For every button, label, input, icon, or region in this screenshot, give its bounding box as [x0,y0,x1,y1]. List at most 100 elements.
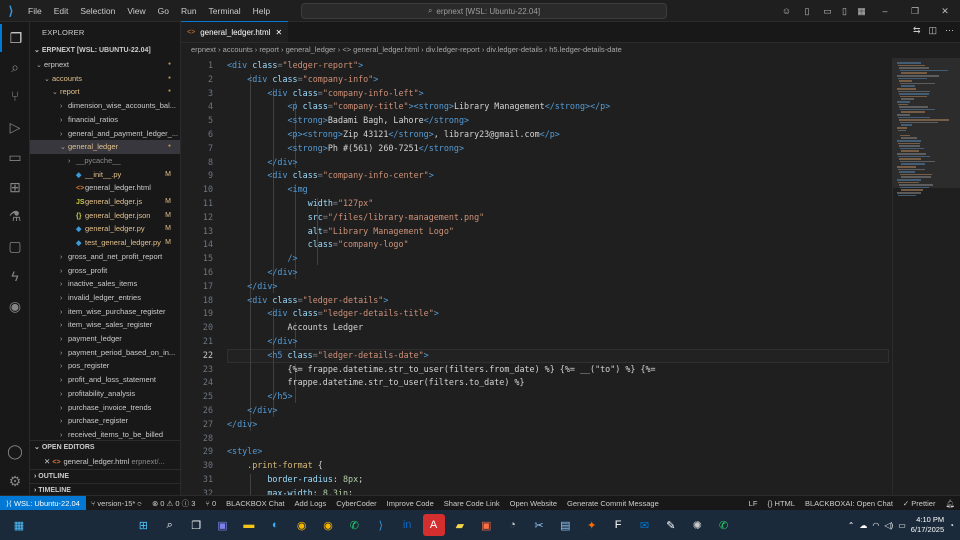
notification-bell-icon[interactable]: 🔔︎ [940,499,960,508]
code-line[interactable]: src="/files/library-management.png" [227,212,485,222]
lightning-icon[interactable]: ϟ [0,262,30,290]
code-line[interactable]: </div> [227,267,297,277]
folder-item[interactable]: › pos_register [30,359,180,373]
file-item[interactable]: ◆ general_ledger.py M [30,222,180,236]
task-view-icon[interactable]: ❐ [185,514,207,536]
file-item[interactable]: JSgeneral_ledger.js M [30,195,180,209]
folder-item[interactable]: › purchase_register [30,414,180,428]
folder-item[interactable]: › purchase_invoice_trends [30,401,180,415]
notion-icon[interactable]: ✎ [660,514,682,536]
restore-button[interactable]: ❐ [900,6,930,17]
folder-item[interactable]: › gross_profit [30,264,180,278]
app-icon[interactable]: ▣ [475,514,497,536]
status-item[interactable]: Add Logs [290,499,332,508]
status-item[interactable]: Open Website [505,499,562,508]
open-editors-section[interactable]: ⌄ OPEN EDITORS [30,440,180,454]
folder-item[interactable]: › __pycache__ [30,154,180,168]
code-line[interactable]: <p class="company-title"><strong>Library… [227,101,611,111]
ports-indicator[interactable]: ⑂ 0 [200,499,221,508]
vscode-taskbar-icon[interactable]: ⟩ [370,514,392,536]
breadcrumb[interactable]: erpnext › accounts › report › general_le… [181,43,960,57]
onedrive-icon[interactable]: ☁ [859,521,867,530]
branch-indicator[interactable]: ⑂ version-15* ⟳ [86,499,147,508]
code-line[interactable]: </div> [227,281,277,291]
code-line[interactable]: </div> [227,336,297,346]
remote-indicator[interactable]: ⟩⟨ WSL: Ubuntu-22.04 [0,495,86,511]
status-item[interactable]: {} HTML [762,499,800,508]
status-item[interactable]: LF [744,499,763,508]
code-line[interactable]: .print-format { [227,460,323,470]
code-line[interactable]: frappe.datetime.str_to_user(filters.to_d… [227,377,525,387]
problems-indicator[interactable]: ⊗ 0 ⚠ 0 ⓘ 3 [147,498,200,509]
code-line[interactable]: border-radius: 8px; [227,474,363,484]
code-line[interactable]: <h5 class="ledger-details-date"> [227,350,428,360]
menu-item-go[interactable]: Go [152,0,175,22]
status-item[interactable]: Generate Commit Message [562,499,664,508]
postman-icon[interactable]: ✦ [581,514,603,536]
folder-item[interactable]: ⌄ general_ledger ● [30,140,180,154]
menu-item-run[interactable]: Run [175,0,203,22]
folder-item[interactable]: › inactive_sales_items [30,277,180,291]
code-line[interactable]: max-width: 8.3in; [227,488,353,495]
code-line[interactable]: </div> [227,405,277,415]
chatgpt-icon[interactable]: ✺ [686,514,708,536]
open-editor-item[interactable]: ✕ <> general_ledger.html erpnext/... [30,455,180,469]
status-item[interactable]: Share Code Link [439,499,505,508]
code-line[interactable]: Accounts Ledger [227,322,364,332]
code-line[interactable]: </div> [227,419,257,429]
folder-item[interactable]: › financial_ratios [30,113,180,127]
folder-item[interactable]: ⌄ report ● [30,85,180,99]
code-line[interactable]: </h5> [227,391,292,401]
toggle-panel-icon[interactable]: ▭ [819,6,836,17]
chevron-up-icon[interactable]: ⌃ [848,521,855,530]
file-item[interactable]: ◆ __init__.py M [30,168,180,182]
testing-icon[interactable]: ⚗ [0,202,30,230]
snipping-tool-icon[interactable]: ✂ [528,514,550,536]
chrome-icon[interactable]: ◉ [291,514,313,536]
menu-item-file[interactable]: File [22,0,48,22]
minimap[interactable] [892,58,960,495]
customize-layout-icon[interactable]: ▦ [853,6,870,17]
copilot-icon[interactable]: ☺ [778,6,795,16]
compare-changes-icon[interactable]: ⇆ [913,25,921,36]
file-explorer-icon[interactable]: ▬ [238,514,260,536]
folder-item[interactable]: › payment_period_based_on_in... [30,346,180,360]
folder-item[interactable]: › payment_ledger [30,332,180,346]
close-icon[interactable]: ✕ [44,457,52,466]
status-item[interactable]: ✓ Prettier [898,499,941,508]
code-line[interactable]: </div> [227,157,297,167]
folder-item[interactable]: ⌄ erpnext ● [30,58,180,72]
close-tab-icon[interactable]: ✕ [275,28,282,37]
file-item[interactable]: ◆ test_general_ledger.py M [30,236,180,250]
code-line[interactable]: <div class="ledger-details"> [227,295,388,305]
status-item[interactable]: Improve Code [382,499,439,508]
sticky-notes-icon[interactable]: ▰ [449,514,471,536]
folder-item[interactable]: › dimension_wise_accounts_bal... [30,99,180,113]
folder-item[interactable]: › profitability_analysis [30,387,180,401]
code-line[interactable]: <div class="company-info-center"> [227,170,433,180]
close-window-button[interactable]: ✕ [930,6,960,17]
folder-item[interactable]: › profit_and_loss_statement [30,373,180,387]
folder-item[interactable]: › gross_and_net_profit_report [30,250,180,264]
taskbar-search-icon[interactable]: ⌕ [159,514,181,536]
menu-item-terminal[interactable]: Terminal [203,0,247,22]
code-line[interactable]: <strong>Badami Bagh, Lahore</strong> [227,115,470,125]
code-line[interactable]: /> [227,253,298,263]
figma-icon[interactable]: F [607,514,629,536]
edge-icon[interactable]: ◐ [264,514,286,536]
code-line[interactable]: class="company-logo" [227,239,409,249]
extensions-icon[interactable]: ⊞ [0,173,30,201]
run-debug-icon[interactable]: ▷ [0,113,30,141]
folder-item[interactable]: ⌄ accounts ● [30,72,180,86]
whatsapp-icon[interactable]: ✆ [343,514,365,536]
status-item[interactable]: CyberCoder [331,499,381,508]
outlook-icon[interactable]: ✉ [634,514,656,536]
code-line[interactable]: <strong>Ph #(561) 260-7251</strong> [227,143,465,153]
file-item[interactable]: {} general_ledger.json M [30,209,180,223]
settings-gear-icon[interactable]: ⚙ [0,467,30,495]
menu-item-view[interactable]: View [121,0,151,22]
status-item[interactable]: BLACKBOX Chat [221,499,289,508]
code-editor[interactable]: 1 <div class="ledger-report"> 2 <div class… [181,58,891,495]
outline-section[interactable]: › OUTLINE [30,469,180,483]
chat-icon[interactable]: ▢ [0,232,30,260]
